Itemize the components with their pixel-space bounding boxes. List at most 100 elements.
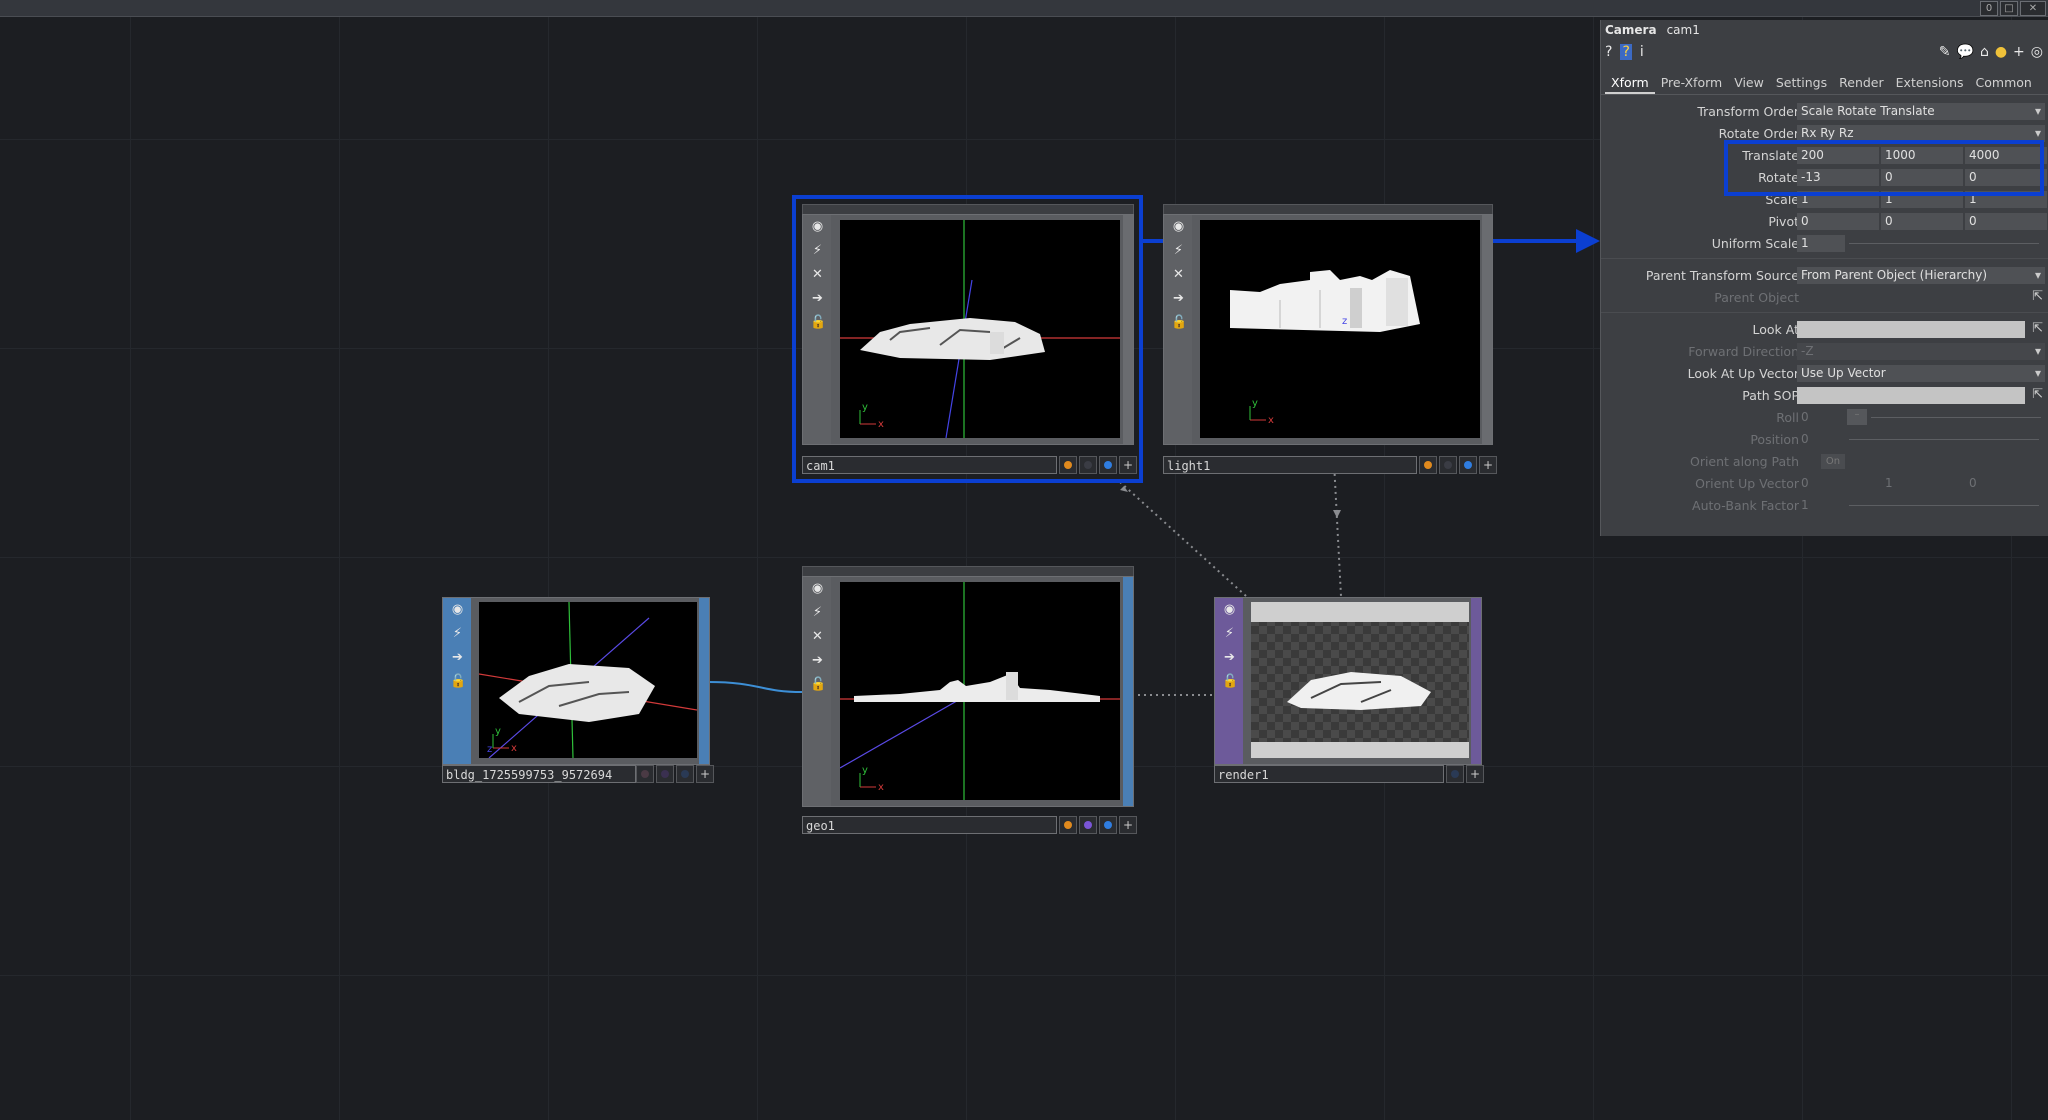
param-look-at: Look At ⇱ xyxy=(1752,321,2043,338)
render1-viewer[interactable] xyxy=(1251,602,1469,758)
tab-common[interactable]: Common xyxy=(1970,73,2038,94)
viewer-icon[interactable]: ◉ xyxy=(1222,602,1237,617)
render-flag[interactable] xyxy=(1419,456,1437,474)
python-icon[interactable]: ● xyxy=(1995,44,2007,60)
orient-up-z-field[interactable]: 0 xyxy=(1965,475,2047,492)
output-connector[interactable] xyxy=(1123,577,1133,806)
light1-viewer[interactable]: z y x xyxy=(1200,220,1480,438)
render-flag[interactable] xyxy=(636,765,654,783)
node-picker-icon[interactable]: ⇱ xyxy=(2032,289,2043,304)
parent-transform-source-menu[interactable]: From Parent Object (Hierarchy) xyxy=(1797,267,2045,284)
render1-node[interactable]: ◉ ⚡ ➔ 🔓 xyxy=(1214,597,1482,765)
plus-icon[interactable]: + xyxy=(1466,765,1484,783)
output-connector[interactable] xyxy=(1482,215,1492,444)
panel-right-icons: ✎ 💬 ⌂ ● + ◎ xyxy=(1939,44,2043,60)
roll-field[interactable]: 0 xyxy=(1797,409,1837,426)
viewer-icon[interactable]: ◉ xyxy=(1171,219,1186,234)
comment-icon[interactable]: 💬 xyxy=(1957,44,1974,60)
svg-text:z: z xyxy=(1342,316,1347,327)
orient-along-path-toggle[interactable]: On xyxy=(1821,454,1845,469)
pencil-icon[interactable]: ✎ xyxy=(1939,44,1951,60)
python-help-icon[interactable]: ? xyxy=(1620,44,1632,60)
tab-xform[interactable]: Xform xyxy=(1605,73,1655,94)
bypass-icon[interactable]: ⚡ xyxy=(810,605,825,620)
node-picker-icon[interactable]: ⇱ xyxy=(2032,321,2043,336)
forward-direction-menu[interactable]: -Z xyxy=(1797,343,2045,360)
roll-slider[interactable] xyxy=(1871,417,2041,418)
display-flag[interactable] xyxy=(1439,456,1457,474)
node-picker-icon[interactable]: ⇱ xyxy=(2032,387,2043,402)
render1-label[interactable]: render1 xyxy=(1214,765,1444,783)
wire-arrowhead xyxy=(1333,510,1341,518)
viewer-icon[interactable]: ◉ xyxy=(450,602,465,617)
geo1-node[interactable]: ◉ ⚡ ✕ ➔ 🔓 y x xyxy=(802,576,1134,807)
bypass-icon[interactable]: ⚡ xyxy=(1171,243,1186,258)
light1-label[interactable]: light1 xyxy=(1163,456,1417,474)
orient-up-y-field[interactable]: 1 xyxy=(1881,475,1963,492)
uniform-scale-field[interactable]: 1 xyxy=(1797,235,1845,252)
auto-bank-field[interactable]: 1 xyxy=(1797,497,1837,514)
pivot-z-field[interactable]: 0 xyxy=(1965,213,2047,230)
arrow-right-icon[interactable]: ➔ xyxy=(1222,650,1237,665)
display-flag[interactable] xyxy=(656,765,674,783)
lock-icon[interactable]: 🔓 xyxy=(1222,674,1238,689)
plus-icon[interactable]: + xyxy=(1119,816,1137,834)
target-icon[interactable]: ◎ xyxy=(2031,44,2043,60)
blue-flag[interactable] xyxy=(1459,456,1477,474)
light1-node[interactable]: ◉ ⚡ ✕ ➔ 🔓 z y x xyxy=(1163,214,1493,445)
lock-icon[interactable]: 🔓 xyxy=(450,674,466,689)
blue-flag[interactable] xyxy=(676,765,694,783)
orient-up-x-field[interactable]: 0 xyxy=(1797,475,1879,492)
cross-icon[interactable]: ✕ xyxy=(1171,267,1186,282)
light1-flags: + xyxy=(1419,456,1497,474)
display-flag[interactable] xyxy=(1079,816,1097,834)
tab-extensions[interactable]: Extensions xyxy=(1890,73,1970,94)
render-flag[interactable] xyxy=(1059,816,1077,834)
look-at-up-vector-menu[interactable]: Use Up Vector xyxy=(1797,365,2045,382)
bldg-node[interactable]: ◉ ⚡ ➔ 🔓 y x z xyxy=(442,597,710,765)
arrow-right-icon[interactable]: ➔ xyxy=(810,653,825,668)
cross-icon[interactable]: ✕ xyxy=(810,629,825,644)
panel-left-icons: ? ? i xyxy=(1605,44,1644,60)
path-sop-field[interactable] xyxy=(1797,387,2025,404)
help-icon[interactable]: ? xyxy=(1605,44,1612,60)
plus-icon[interactable]: + xyxy=(696,765,714,783)
tab-view[interactable]: View xyxy=(1728,73,1770,94)
info-icon[interactable]: i xyxy=(1640,44,1644,60)
svg-text:x: x xyxy=(511,743,517,754)
look-at-field[interactable] xyxy=(1797,321,2025,338)
tab-render[interactable]: Render xyxy=(1833,73,1890,94)
bldg-label[interactable]: bldg_1725599753_9572694 xyxy=(442,765,636,783)
pivot-x-field[interactable]: 0 xyxy=(1797,213,1879,230)
lock-icon[interactable]: 🔓 xyxy=(810,677,826,692)
bldg-viewer[interactable]: y x z xyxy=(479,602,697,758)
param-orient-up-vector: Orient Up Vector 0 1 0 xyxy=(1601,474,2048,494)
geo1-label[interactable]: geo1 xyxy=(802,816,1057,834)
auto-bank-slider[interactable] xyxy=(1849,505,2039,506)
tab-settings[interactable]: Settings xyxy=(1770,73,1833,94)
bypass-icon[interactable]: ⚡ xyxy=(450,626,465,641)
arrow-right-icon[interactable]: ➔ xyxy=(450,650,465,665)
blue-flag[interactable] xyxy=(1446,765,1464,783)
arrow-right-icon[interactable]: ➔ xyxy=(1171,291,1186,306)
param-tabs: Xform Pre-Xform View Settings Render Ext… xyxy=(1605,73,2038,94)
position-slider[interactable] xyxy=(1849,439,2039,440)
viewer-icon[interactable]: ◉ xyxy=(810,581,825,596)
param-parent-transform-source: Parent Transform Source From Parent Obje… xyxy=(1601,266,2048,286)
plus-icon[interactable]: + xyxy=(2013,44,2025,60)
geo1-viewer[interactable]: y x xyxy=(840,582,1120,800)
plus-icon[interactable]: + xyxy=(1479,456,1497,474)
roll-slider-handle[interactable]: – xyxy=(1847,409,1867,425)
tab-pre-xform[interactable]: Pre-Xform xyxy=(1655,73,1728,94)
bypass-icon[interactable]: ⚡ xyxy=(1222,626,1237,641)
transform-order-menu[interactable]: Scale Rotate Translate xyxy=(1797,103,2045,120)
position-field[interactable]: 0 xyxy=(1797,431,1837,448)
output-connector[interactable] xyxy=(1471,598,1481,764)
output-connector[interactable] xyxy=(699,598,709,764)
lock-icon[interactable]: 🔓 xyxy=(1171,315,1187,330)
blue-flag[interactable] xyxy=(1099,816,1117,834)
pivot-y-field[interactable]: 0 xyxy=(1881,213,1963,230)
tag-icon[interactable]: ⌂ xyxy=(1980,44,1989,60)
operator-name[interactable]: cam1 xyxy=(1667,23,1700,37)
uniform-scale-slider[interactable] xyxy=(1849,243,2039,244)
